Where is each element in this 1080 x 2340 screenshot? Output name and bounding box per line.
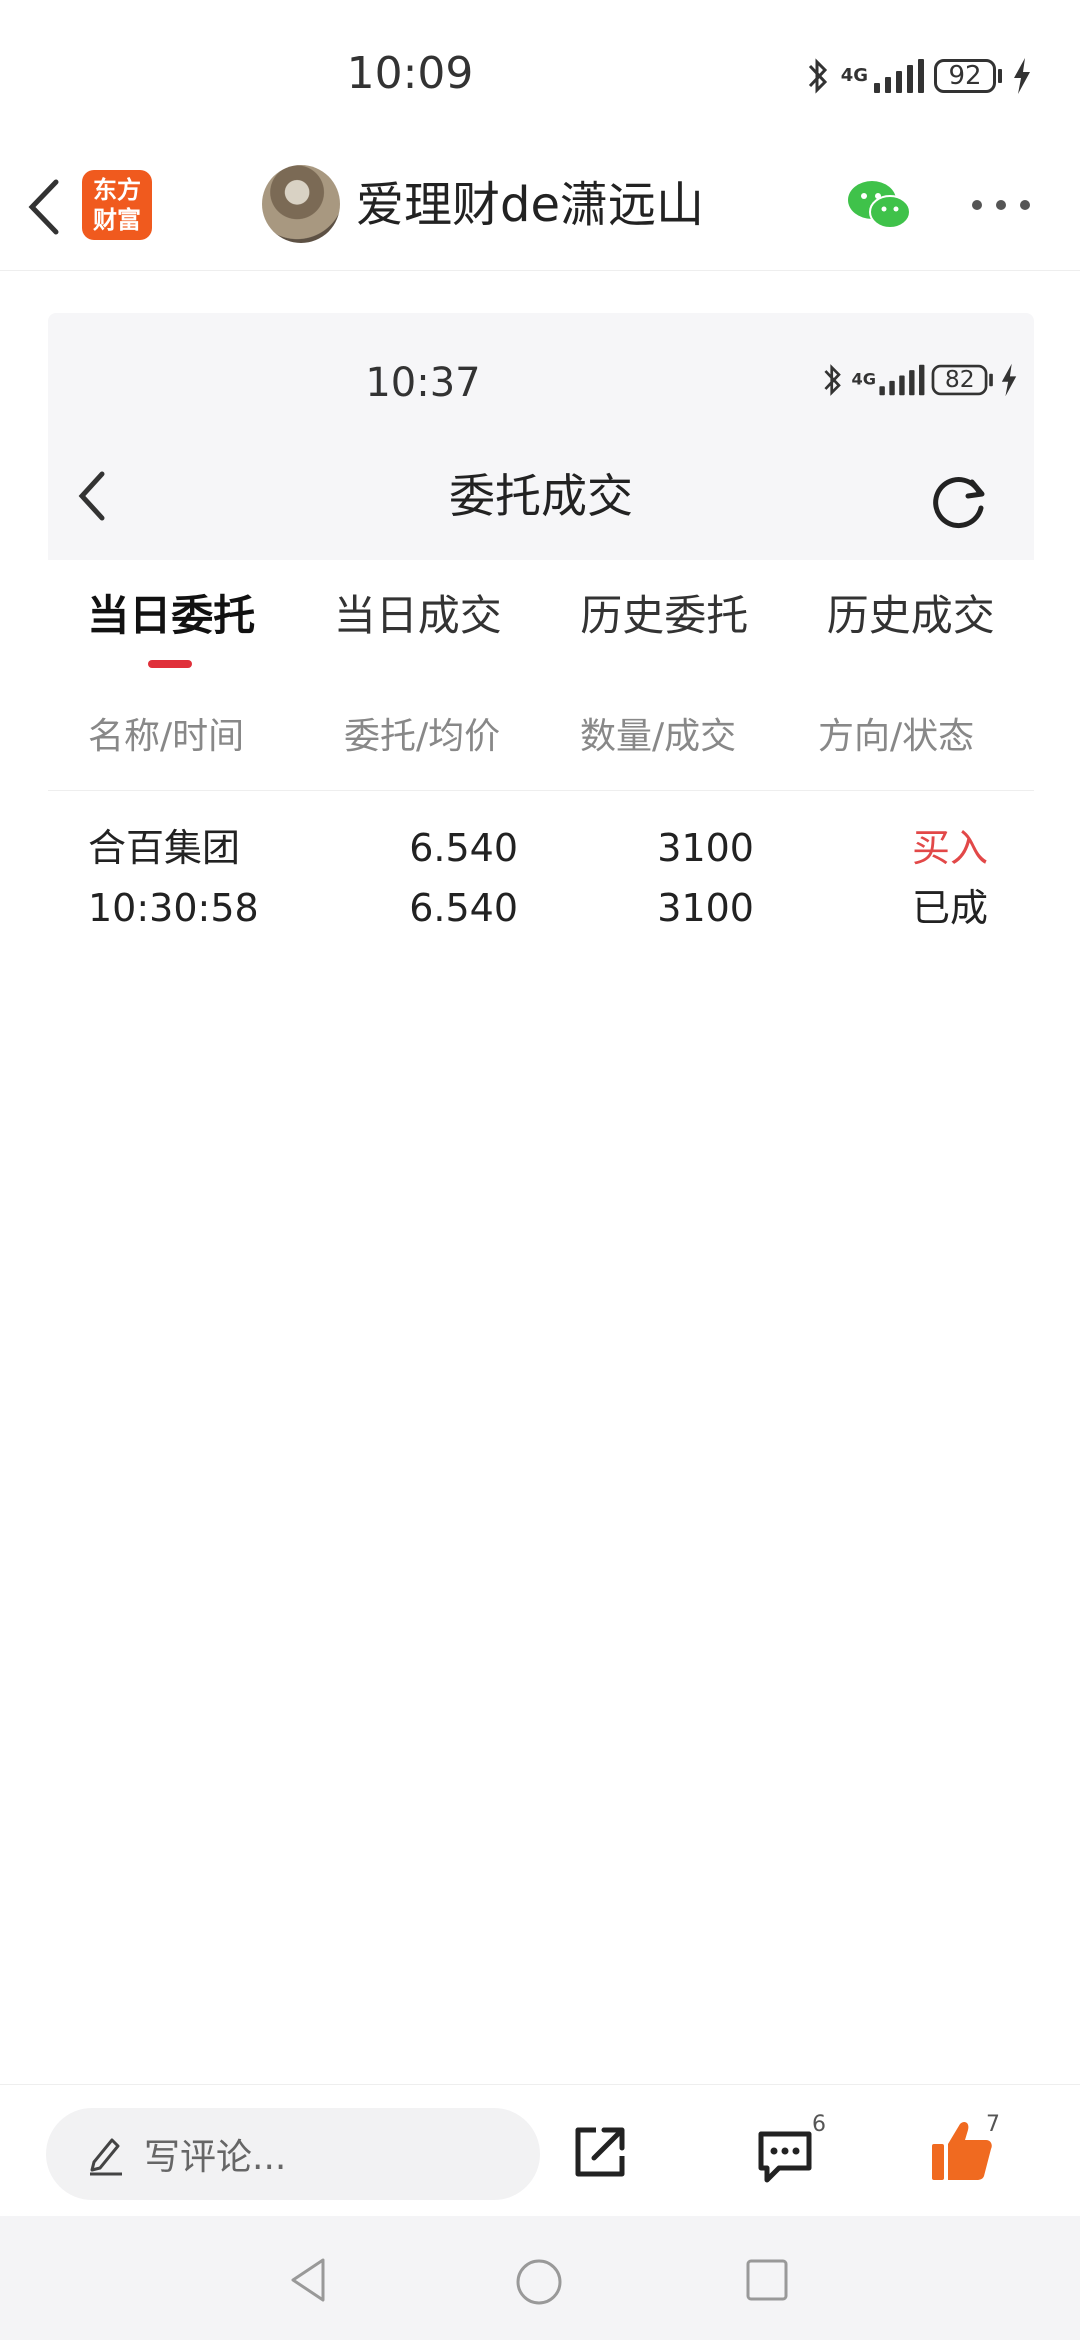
- column-header-direction: 方向/状态: [818, 716, 975, 757]
- bluetooth-icon: [824, 364, 841, 396]
- stock-name: 合百集团: [88, 826, 241, 870]
- battery-icon: 92: [934, 59, 1002, 93]
- nav-back-icon[interactable]: [285, 2254, 331, 2306]
- battery-level: 92: [934, 59, 996, 93]
- average-price: 6.540: [409, 886, 518, 930]
- logo-line-2: 财富: [93, 206, 141, 234]
- column-header-order-price: 委托/均价: [344, 716, 501, 757]
- filled-quantity: 3100: [657, 886, 754, 930]
- header-divider: [48, 790, 1034, 791]
- battery-icon: 82: [931, 364, 993, 396]
- order-quantity: 3100: [657, 826, 754, 870]
- tab-today-orders: 当日委托: [87, 591, 256, 640]
- app-logo[interactable]: 东方 财富: [82, 170, 152, 240]
- active-tab-indicator: [148, 660, 192, 668]
- comment-icon[interactable]: [755, 2126, 815, 2186]
- column-header-quantity: 数量/成交: [580, 716, 737, 757]
- comment-placeholder: 写评论...: [144, 2137, 287, 2178]
- embedded-tabs: 当日委托 当日成交 历史委托 历史成交: [48, 580, 1034, 670]
- signal-icon: [879, 364, 925, 396]
- wechat-icon[interactable]: [846, 178, 912, 234]
- comment-count: 6: [812, 2112, 826, 2137]
- thumbs-up-icon[interactable]: [930, 2118, 994, 2184]
- author-avatar[interactable]: [262, 165, 340, 243]
- tab-history-orders: 历史委托: [580, 591, 749, 640]
- tab-history-trades: 历史成交: [826, 591, 995, 640]
- embedded-status-icons: 4G 82: [821, 362, 1018, 398]
- comment-input[interactable]: 写评论...: [46, 2108, 540, 2200]
- battery-level: 82: [931, 364, 988, 396]
- network-type: 4G: [840, 65, 868, 86]
- like-count: 7: [986, 2112, 1000, 2137]
- embedded-status-time: 10:37: [365, 360, 481, 406]
- order-status: 已成: [911, 886, 988, 930]
- charging-icon: [1001, 363, 1017, 397]
- tab-today-trades: 当日成交: [333, 591, 502, 640]
- refresh-icon: [933, 477, 985, 529]
- order-price: 6.540: [409, 826, 518, 870]
- pencil-icon: [90, 2138, 122, 2176]
- share-icon[interactable]: [572, 2124, 628, 2180]
- nav-home-icon[interactable]: [515, 2258, 563, 2306]
- nav-recent-apps-icon[interactable]: [745, 2258, 789, 2302]
- more-icon[interactable]: [972, 200, 1030, 210]
- embedded-page-title: 委托成交: [449, 469, 633, 523]
- charging-icon: [1014, 58, 1030, 94]
- status-time: 10:09: [346, 48, 474, 99]
- author-name[interactable]: 爱理财de潇远山: [356, 170, 704, 240]
- signal-icon: [874, 59, 924, 93]
- column-header-name-time: 名称/时间: [88, 716, 245, 757]
- logo-line-1: 东方: [93, 176, 141, 204]
- status-icons: 4G 92: [805, 56, 1032, 96]
- bluetooth-icon: [808, 58, 827, 94]
- trade-direction: 买入: [911, 826, 988, 870]
- network-type: 4G: [851, 370, 876, 389]
- order-time: 10:30:58: [88, 886, 259, 930]
- back-arrow-icon[interactable]: [20, 172, 68, 242]
